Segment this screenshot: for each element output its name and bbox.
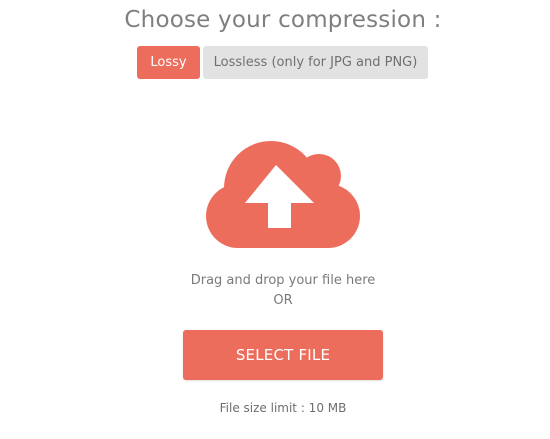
compression-heading: Choose your compression : [124, 7, 442, 33]
file-size-limit: File size limit : 10 MB [219, 401, 347, 415]
drop-zone-text: Drag and drop your file here OR [0, 271, 550, 311]
drag-drop-instruction: Drag and drop your file here [190, 273, 376, 288]
tab-lossy[interactable]: Lossy [137, 46, 200, 79]
select-file-button[interactable]: SELECT FILE [183, 330, 383, 380]
cloud-upload-icon[interactable] [205, 138, 361, 250]
tab-lossless[interactable]: Lossless (only for JPG and PNG) [203, 46, 428, 79]
compression-tabs: Lossy Lossless (only for JPG and PNG) [137, 46, 428, 79]
or-separator: OR [273, 293, 293, 308]
